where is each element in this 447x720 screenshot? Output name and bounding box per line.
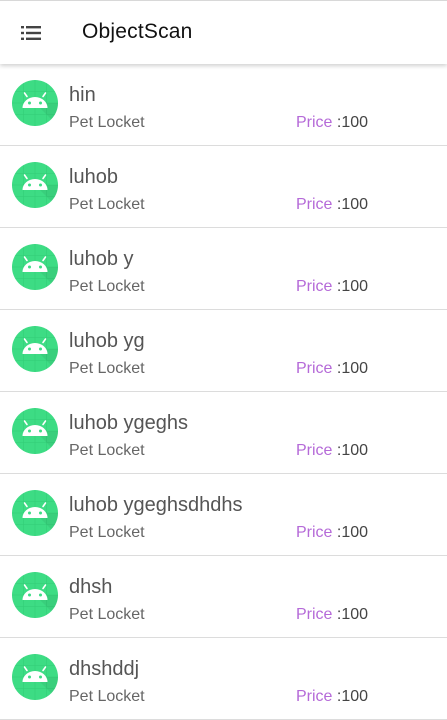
list-item[interactable]: luhob ygeghs Pet Locket Price :100 (0, 392, 447, 474)
android-icon (12, 80, 58, 126)
list-item[interactable]: hin Pet Locket Price :100 (0, 64, 447, 146)
item-subtitle: Pet Locket (69, 196, 145, 213)
android-icon (12, 654, 58, 700)
android-icon (12, 572, 58, 618)
price-value: 100 (341, 606, 369, 623)
item-subtitle: Pet Locket (69, 442, 145, 459)
item-price: Price :100 (296, 524, 368, 542)
item-price: Price :100 (296, 606, 368, 624)
item-name: hin (69, 84, 96, 106)
item-name: luhob ygeghsdhdhs (69, 494, 243, 516)
item-name: luhob yg (69, 330, 145, 352)
list-item[interactable]: luhob y Pet Locket Price :100 (0, 228, 447, 310)
price-separator: : (332, 278, 342, 295)
item-subtitle: Pet Locket (69, 606, 145, 623)
list-item[interactable]: dhsh Pet Locket Price :100 (0, 556, 447, 638)
item-subtitle: Pet Locket (69, 278, 145, 295)
object-list: hin Pet Locket Price :100 luhob Pet Lock… (0, 64, 447, 720)
price-label: Price (296, 606, 333, 623)
item-price: Price :100 (296, 688, 368, 706)
item-subtitle: Pet Locket (69, 524, 145, 541)
price-value: 100 (341, 196, 369, 213)
price-label: Price (296, 524, 333, 541)
list-item[interactable]: dhshddj Pet Locket Price :100 (0, 638, 447, 720)
item-price: Price :100 (296, 114, 368, 132)
item-price: Price :100 (296, 278, 368, 296)
item-subtitle: Pet Locket (69, 360, 145, 377)
item-name: luhob (69, 166, 118, 188)
item-price: Price :100 (296, 360, 368, 378)
price-separator: : (332, 360, 342, 377)
app-title: ObjectScan (82, 20, 193, 43)
android-icon (12, 326, 58, 372)
price-separator: : (332, 196, 342, 213)
android-icon (12, 408, 58, 454)
item-name: luhob y (69, 248, 134, 270)
price-separator: : (332, 442, 342, 459)
price-separator: : (332, 688, 342, 705)
android-icon (12, 244, 58, 290)
price-label: Price (296, 442, 333, 459)
price-label: Price (296, 688, 333, 705)
price-separator: : (332, 524, 342, 541)
price-separator: : (332, 114, 342, 131)
item-name: dhsh (69, 576, 113, 598)
item-price: Price :100 (296, 196, 368, 214)
price-label: Price (296, 114, 333, 131)
price-label: Price (296, 278, 333, 295)
price-label: Price (296, 360, 333, 377)
price-value: 100 (341, 114, 369, 131)
price-value: 100 (341, 688, 369, 705)
list-item[interactable]: luhob Pet Locket Price :100 (0, 146, 447, 228)
item-subtitle: Pet Locket (69, 114, 145, 131)
android-icon (12, 162, 58, 208)
list-item[interactable]: luhob ygeghsdhdhs Pet Locket Price :100 (0, 474, 447, 556)
list-item[interactable]: luhob yg Pet Locket Price :100 (0, 310, 447, 392)
item-price: Price :100 (296, 442, 368, 460)
price-value: 100 (341, 360, 369, 377)
item-name: luhob ygeghs (69, 412, 188, 434)
list-menu-icon[interactable] (21, 25, 43, 41)
price-label: Price (296, 196, 333, 213)
price-value: 100 (341, 524, 369, 541)
item-subtitle: Pet Locket (69, 688, 145, 705)
app-bar: ObjectScan (0, 0, 447, 64)
price-value: 100 (341, 278, 369, 295)
android-icon (12, 490, 58, 536)
price-value: 100 (341, 442, 369, 459)
price-separator: : (332, 606, 342, 623)
